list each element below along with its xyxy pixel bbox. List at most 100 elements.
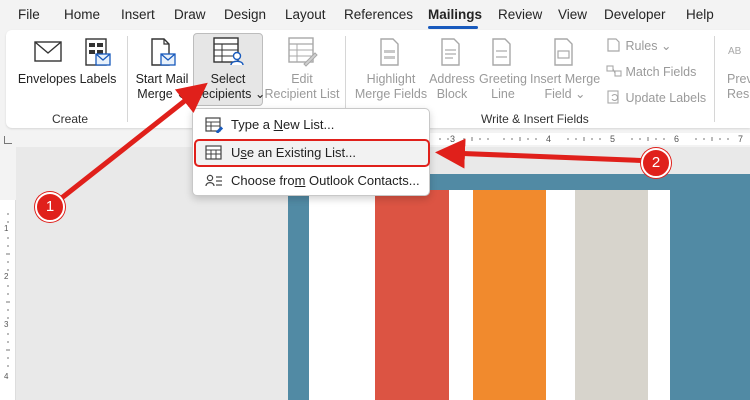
menu-item-choose-outlook-contacts[interactable]: Choose from Outlook Contacts... bbox=[193, 168, 429, 194]
vertical-ruler[interactable]: 1 2 3 4 bbox=[0, 200, 16, 400]
tab-mailings[interactable]: Mailings bbox=[428, 7, 482, 22]
tab-selector[interactable] bbox=[4, 136, 12, 144]
greeting-line-label-2: Line bbox=[491, 87, 515, 101]
rules-label: Rules bbox=[625, 39, 658, 53]
new-list-icon bbox=[205, 117, 223, 133]
edit-recipient-list-button[interactable]: Edit Recipient List bbox=[264, 37, 340, 102]
greeting-line-label-1: Greeting bbox=[479, 72, 527, 86]
update-labels-label: Update Labels bbox=[625, 91, 707, 105]
select-recipients-label-2: Recipients bbox=[193, 87, 252, 101]
address-block-label-1: Address bbox=[429, 72, 475, 86]
tab-help[interactable]: Help bbox=[686, 7, 714, 22]
select-recipients-button[interactable]: Select Recipients ⌄ bbox=[193, 37, 265, 102]
page-stripe-red bbox=[375, 190, 449, 400]
tab-draw[interactable]: Draw bbox=[174, 7, 206, 22]
menu-item-label: U bbox=[231, 145, 241, 160]
rules-icon bbox=[607, 38, 620, 52]
page-stripe-white bbox=[546, 190, 575, 400]
insert-merge-field-label-1: Insert Merge bbox=[530, 72, 601, 86]
update-labels-button[interactable]: Update Labels bbox=[606, 90, 706, 105]
existing-list-icon bbox=[205, 145, 222, 160]
create-group-label: Create bbox=[52, 112, 89, 126]
page-stripe-orange bbox=[473, 190, 546, 400]
envelopes-label: Envelopes bbox=[17, 72, 77, 86]
start-mail-merge-label-2: Merge bbox=[137, 87, 173, 101]
tab-developer[interactable]: Developer bbox=[604, 7, 666, 22]
start-mail-merge-button[interactable]: Start Mail Merge ⌄ bbox=[132, 38, 192, 102]
greeting-line-button[interactable]: Greeting Line bbox=[476, 38, 530, 102]
greeting-line-icon bbox=[492, 38, 511, 66]
menu-item-use-existing-list[interactable]: Use an Existing List... bbox=[193, 140, 429, 166]
ruler-number: 1 bbox=[4, 224, 9, 233]
tab-file[interactable]: File bbox=[18, 7, 40, 22]
match-fields-button[interactable]: Match Fields bbox=[606, 64, 696, 79]
tab-layout[interactable]: Layout bbox=[285, 7, 326, 22]
ruler-number: 3 bbox=[4, 320, 9, 329]
chevron-down-icon: ⌄ bbox=[176, 87, 187, 101]
highlight-label-1: Highlight bbox=[366, 72, 416, 86]
address-block-icon bbox=[441, 38, 460, 66]
edit-recipient-list-label-1: Edit bbox=[291, 72, 313, 86]
highlight-label-2: Merge Fields bbox=[354, 87, 428, 101]
merge-field-icon bbox=[554, 38, 573, 66]
contacts-icon bbox=[205, 174, 222, 187]
group-separator bbox=[127, 36, 128, 122]
callout-badge-2: 2 bbox=[641, 148, 671, 178]
page-stripe-white bbox=[449, 190, 473, 400]
svg-text:AB: AB bbox=[728, 46, 742, 57]
callout-badge-1: 1 bbox=[35, 192, 65, 222]
chevron-down-icon: ⌄ bbox=[575, 87, 586, 101]
preview-results-button[interactable]: AB Previ Resu bbox=[724, 40, 750, 102]
ruler-number: 5 bbox=[610, 134, 616, 144]
ruler-number: 6 bbox=[674, 134, 680, 144]
tab-design[interactable]: Design bbox=[224, 7, 266, 22]
highlight-document-icon bbox=[380, 38, 399, 66]
menu-item-label: e an Existing List... bbox=[246, 145, 357, 160]
menu-item-accelerator: N bbox=[273, 117, 284, 132]
menu-item-label: ew List... bbox=[283, 117, 335, 132]
highlight-merge-fields-button[interactable]: Highlight Merge Fields bbox=[354, 38, 428, 102]
tab-review[interactable]: Review bbox=[498, 7, 542, 22]
menu-item-label: Choose fro bbox=[231, 173, 295, 188]
address-block-button[interactable]: Address Block bbox=[428, 38, 476, 102]
start-mail-merge-label-1: Start Mail bbox=[135, 72, 189, 86]
tab-home[interactable]: Home bbox=[64, 7, 100, 22]
labels-icon bbox=[85, 38, 111, 66]
menu-item-type-new-list[interactable]: Type a New List... bbox=[193, 112, 429, 138]
rules-button[interactable]: Rules ⌄ bbox=[606, 38, 671, 53]
preview-label-2: Resu bbox=[727, 87, 750, 101]
update-labels-icon bbox=[607, 90, 619, 104]
page-stripe-beige bbox=[575, 190, 648, 400]
select-recipients-label-1: Select bbox=[210, 72, 246, 86]
ruler-number: 3 bbox=[450, 134, 456, 144]
ruler-number: 4 bbox=[4, 372, 9, 381]
tab-view[interactable]: View bbox=[558, 7, 587, 22]
insert-merge-field-label-2: Field bbox=[544, 87, 572, 101]
ruler-number: 7 bbox=[738, 134, 744, 144]
match-fields-label: Match Fields bbox=[625, 65, 697, 79]
active-tab-indicator bbox=[428, 26, 478, 29]
ruler-ticks bbox=[439, 137, 729, 141]
mail-merge-document-icon bbox=[151, 38, 176, 66]
labels-label: Labels bbox=[79, 72, 117, 86]
insert-merge-field-button[interactable]: Insert Merge Field ⌄ bbox=[530, 38, 601, 102]
address-block-label-2: Block bbox=[436, 87, 468, 101]
match-fields-icon bbox=[606, 65, 622, 77]
preview-label-1: Previ bbox=[727, 72, 750, 86]
menu-item-label: Outlook Contacts... bbox=[305, 173, 420, 188]
ruler-number: 2 bbox=[4, 272, 9, 281]
horizontal-ruler[interactable]: 3 4 5 6 7 bbox=[430, 131, 750, 147]
menu-item-label: Type a bbox=[231, 117, 274, 132]
menu-item-accelerator: m bbox=[294, 173, 306, 188]
tab-insert[interactable]: Insert bbox=[121, 7, 155, 22]
page-stripe-white bbox=[648, 190, 670, 400]
write-insert-group-label: Write & Insert Fields bbox=[481, 112, 589, 126]
chevron-down-icon: ⌄ bbox=[660, 39, 672, 53]
preview-icon: AB bbox=[728, 46, 742, 57]
recipients-list-icon bbox=[213, 37, 244, 66]
envelopes-button[interactable]: Envelopes bbox=[14, 40, 80, 92]
menu-bar: File Home Insert Draw Design Layout Refe… bbox=[0, 0, 750, 30]
tab-references[interactable]: References bbox=[344, 7, 413, 22]
labels-button[interactable]: Labels bbox=[78, 38, 118, 92]
page-stripe-white bbox=[309, 190, 375, 400]
